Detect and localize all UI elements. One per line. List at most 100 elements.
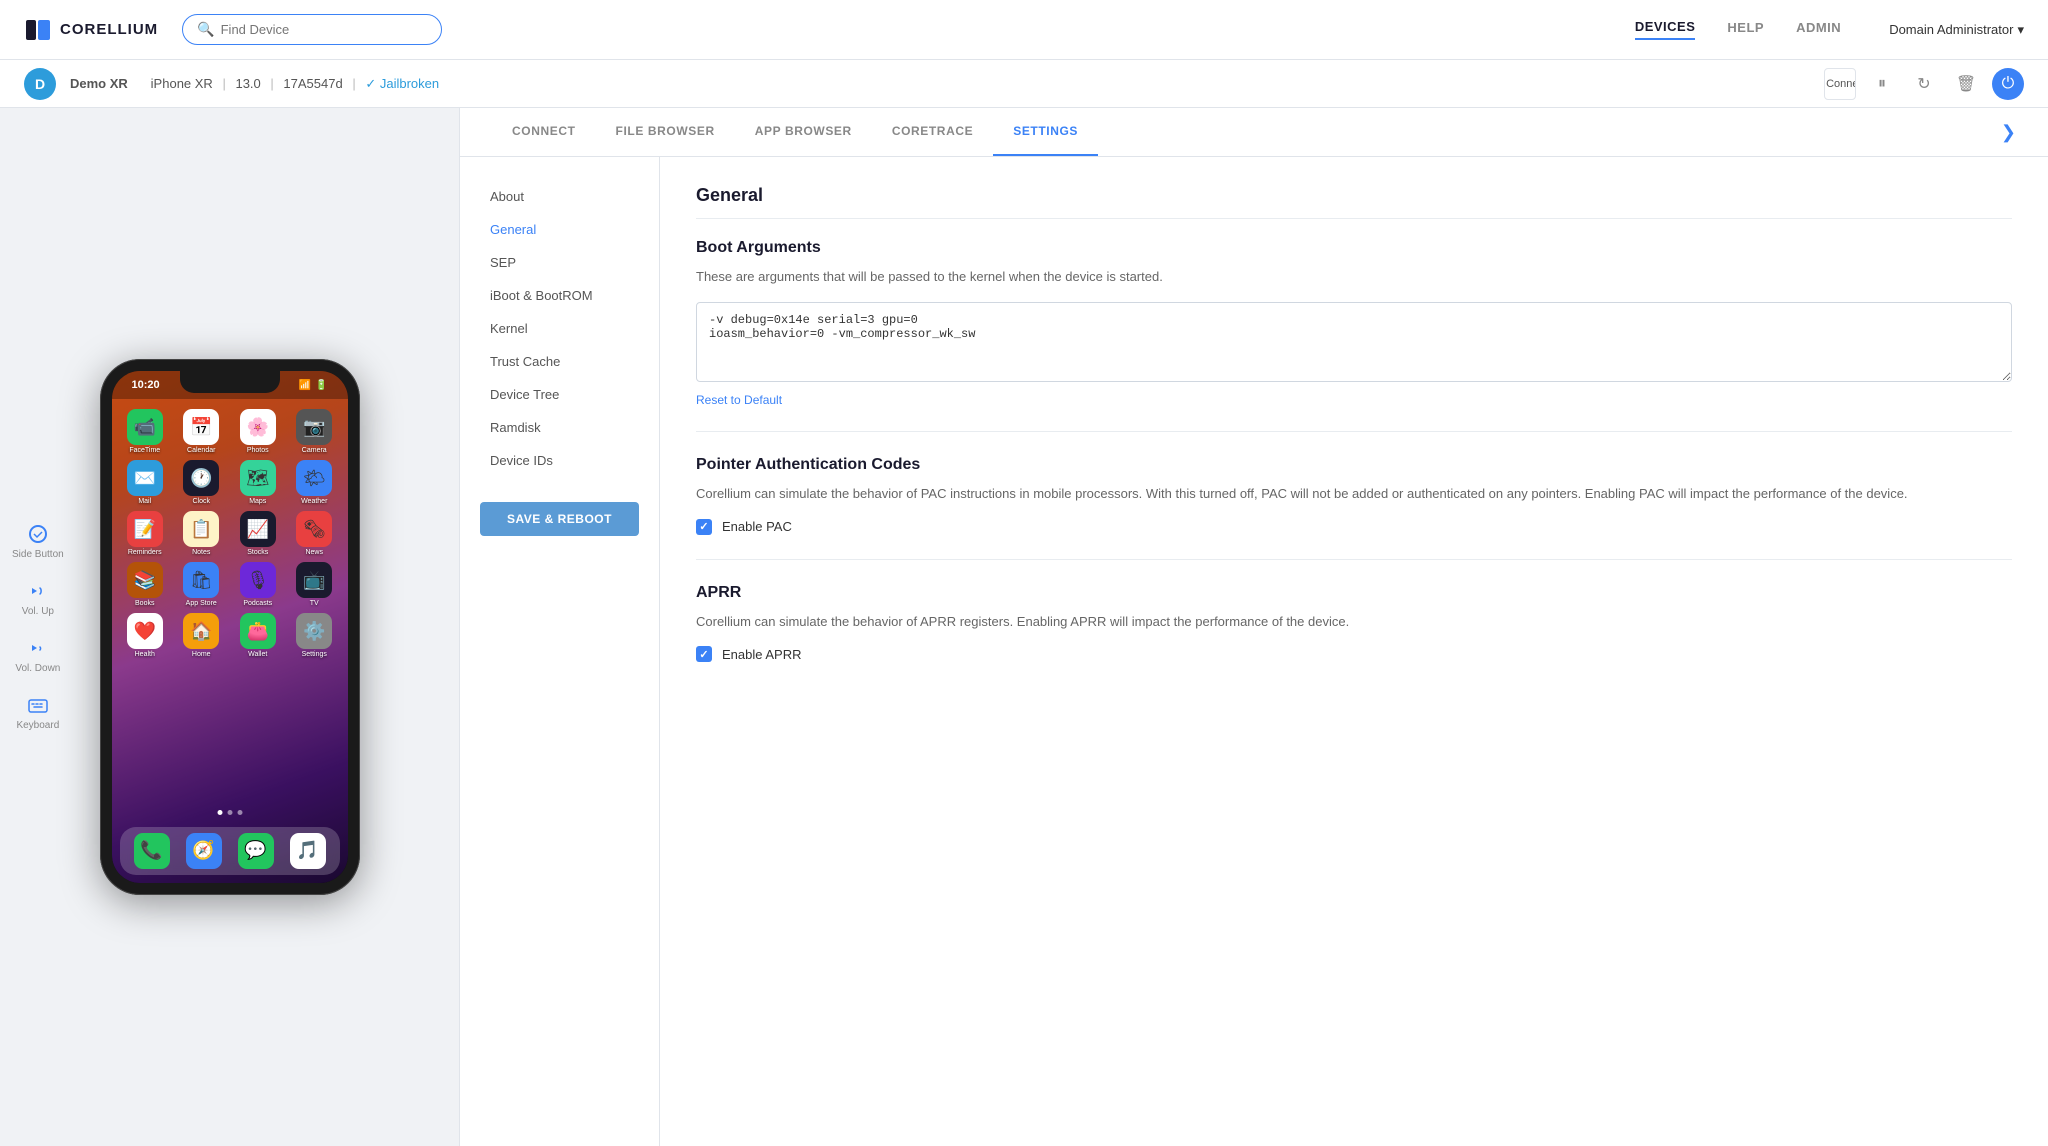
dot-1	[217, 810, 222, 815]
dock-safari[interactable]: 🧭	[186, 833, 222, 869]
dot-2	[227, 810, 232, 815]
vol-down-ctrl[interactable]: Vol. Down	[15, 637, 60, 674]
device-actions: 🖥 Connect ▾ ⏸ ↻ 🗑 ⏻	[1824, 68, 2024, 100]
connect-main-btn[interactable]: 🖥 Connect	[1824, 68, 1856, 100]
pac-desc: Corellium can simulate the behavior of P…	[696, 484, 2012, 505]
tab-coretrace[interactable]: CORETRACE	[872, 108, 993, 156]
aprr-title: APRR	[696, 584, 2012, 602]
app-health[interactable]: ❤️Health	[120, 613, 171, 658]
divider-2	[696, 559, 2012, 560]
phone-panel: Side Button Vol. Up Vol. Down Keyboard	[0, 108, 460, 1146]
device-jailbroken: ✓ Jailbroken	[365, 76, 439, 91]
tab-file-browser[interactable]: FILE BROWSER	[596, 108, 735, 156]
menu-ramdisk[interactable]: Ramdisk	[480, 412, 639, 443]
vol-up-ctrl[interactable]: Vol. Up	[22, 580, 54, 617]
menu-kernel[interactable]: Kernel	[480, 313, 639, 344]
dock-messages[interactable]: 💬	[238, 833, 274, 869]
pac-title: Pointer Authentication Codes	[696, 456, 2012, 474]
refresh-btn[interactable]: ↻	[1908, 68, 1940, 100]
app-reminders[interactable]: 📝Reminders	[120, 511, 171, 556]
tab-next-arrow[interactable]: ❯	[2001, 122, 2016, 143]
wifi-icon: 📶	[299, 380, 311, 391]
logo-area: CORELLIUM	[24, 16, 158, 44]
nav-user[interactable]: Domain Administrator ▾	[1889, 22, 2024, 38]
app-maps[interactable]: 🗺Maps	[233, 460, 284, 505]
chevron-down-icon: ▾	[2017, 22, 2024, 38]
pac-checkbox[interactable]	[696, 519, 712, 535]
search-input[interactable]	[221, 22, 428, 37]
tab-app-browser[interactable]: APP BROWSER	[735, 108, 872, 156]
pause-btn[interactable]: ⏸	[1866, 68, 1898, 100]
app-books[interactable]: 📚Books	[120, 562, 171, 607]
phone-dock: 📞 🧭 💬 🎵	[120, 827, 340, 875]
app-tv[interactable]: 📺TV	[289, 562, 340, 607]
menu-device-tree[interactable]: Device Tree	[480, 379, 639, 410]
divider-1	[696, 431, 2012, 432]
app-notes[interactable]: 📋Notes	[176, 511, 227, 556]
app-weather[interactable]: 🌤Weather	[289, 460, 340, 505]
corellium-logo-icon	[24, 16, 52, 44]
side-button-ctrl[interactable]: Side Button	[12, 523, 64, 560]
nav-admin[interactable]: ADMIN	[1796, 20, 1841, 39]
aprr-checkbox-label: Enable APRR	[722, 647, 802, 662]
app-settings[interactable]: ⚙️Settings	[289, 613, 340, 658]
nav-help[interactable]: HELP	[1727, 20, 1764, 39]
settings-layout: About General SEP iBoot & BootROM Kernel…	[460, 157, 2048, 1146]
app-podcasts[interactable]: 🎙Podcasts	[233, 562, 284, 607]
phone-mockup: 10:20 📶 🔋 📹FaceTime 📅Calendar 🌸Photos 📷C…	[100, 359, 360, 894]
phone-notch	[180, 371, 280, 393]
menu-general[interactable]: General	[480, 214, 639, 245]
phone-time: 10:20	[132, 379, 160, 391]
menu-device-ids[interactable]: Device IDs	[480, 445, 639, 476]
tab-settings[interactable]: SETTINGS	[993, 108, 1098, 156]
menu-trust-cache[interactable]: Trust Cache	[480, 346, 639, 377]
right-panel: CONNECT FILE BROWSER APP BROWSER CORETRA…	[460, 108, 2048, 1146]
app-home[interactable]: 🏠Home	[176, 613, 227, 658]
dock-phone[interactable]: 📞	[134, 833, 170, 869]
phone-status-icons: 📶 🔋	[299, 380, 328, 391]
app-calendar[interactable]: 📅Calendar	[176, 409, 227, 454]
app-stocks[interactable]: 📈Stocks	[233, 511, 284, 556]
search-box[interactable]: 🔍	[182, 14, 442, 45]
app-photos[interactable]: 🌸Photos	[233, 409, 284, 454]
connect-split-btn[interactable]: 🖥 Connect ▾	[1824, 68, 1856, 100]
pac-checkbox-label: Enable PAC	[722, 519, 792, 534]
search-icon: 🔍	[197, 21, 214, 38]
logo-text: CORELLIUM	[60, 21, 158, 38]
boot-args-textarea[interactable]	[696, 302, 2012, 382]
app-mail[interactable]: ✉️Mail	[120, 460, 171, 505]
app-appstore[interactable]: 🛍App Store	[176, 562, 227, 607]
delete-btn[interactable]: 🗑	[1950, 68, 1982, 100]
battery-icon: 🔋	[315, 380, 327, 391]
power-btn[interactable]: ⏻	[1992, 68, 2024, 100]
app-camera[interactable]: 📷Camera	[289, 409, 340, 454]
app-news[interactable]: 🗞News	[289, 511, 340, 556]
tab-connect[interactable]: CONNECT	[492, 108, 596, 156]
menu-about[interactable]: About	[480, 181, 639, 212]
app-clock[interactable]: 🕐Clock	[176, 460, 227, 505]
reset-to-default-link[interactable]: Reset to Default	[696, 393, 782, 407]
dock-music[interactable]: 🎵	[290, 833, 326, 869]
phone-page-dots	[217, 810, 242, 815]
app-grid: 📹FaceTime 📅Calendar 🌸Photos 📷Camera ✉️Ma…	[112, 403, 348, 664]
menu-iboot[interactable]: iBoot & BootROM	[480, 280, 639, 311]
device-info: Demo XR iPhone XR | 13.0 | 17A5547d | ✓ …	[70, 76, 439, 92]
save-reboot-button[interactable]: SAVE & REBOOT	[480, 502, 639, 536]
main-layout: Side Button Vol. Up Vol. Down Keyboard	[0, 108, 2048, 1146]
boot-args-title: Boot Arguments	[696, 239, 2012, 257]
aprr-checkbox[interactable]	[696, 646, 712, 662]
app-wallet[interactable]: 👛Wallet	[233, 613, 284, 658]
vol-up-label: Vol. Up	[22, 606, 54, 617]
keyboard-icon	[27, 694, 49, 716]
keyboard-label: Keyboard	[16, 720, 59, 731]
vol-down-label: Vol. Down	[15, 663, 60, 674]
app-facetime[interactable]: 📹FaceTime	[120, 409, 171, 454]
top-nav: CORELLIUM 🔍 DEVICES HELP ADMIN Domain Ad…	[0, 0, 2048, 60]
device-avatar: D	[24, 68, 56, 100]
device-ios: 13.0	[235, 76, 260, 91]
menu-sep[interactable]: SEP	[480, 247, 639, 278]
nav-devices[interactable]: DEVICES	[1635, 19, 1696, 40]
keyboard-ctrl[interactable]: Keyboard	[16, 694, 59, 731]
device-bar: D Demo XR iPhone XR | 13.0 | 17A5547d | …	[0, 60, 2048, 108]
settings-menu: About General SEP iBoot & BootROM Kernel…	[460, 157, 660, 1146]
